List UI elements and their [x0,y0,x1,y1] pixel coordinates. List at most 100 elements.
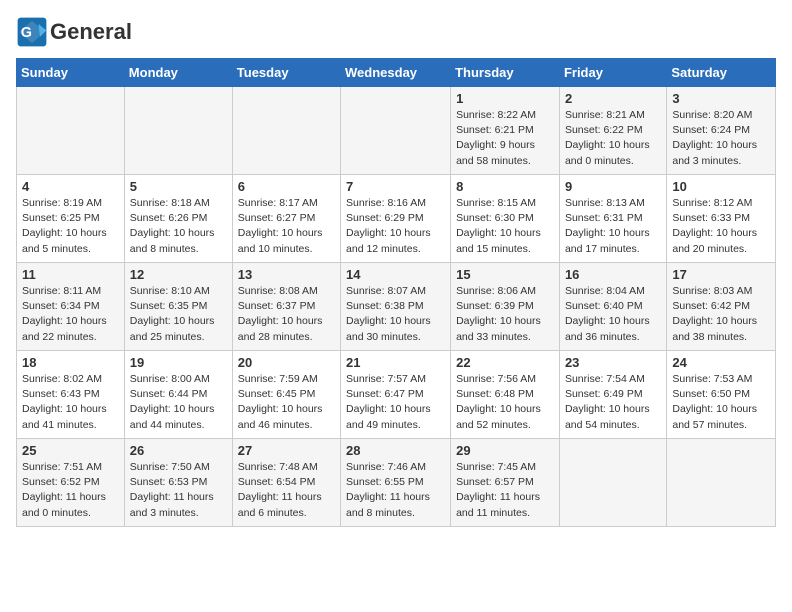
week-row-2: 4 Sunrise: 8:19 AM Sunset: 6:25 PM Daylig… [17,175,776,263]
day-cell-17: 17 Sunrise: 8:03 AM Sunset: 6:42 PM Dayli… [667,263,776,351]
svg-text:G: G [21,25,32,41]
header: G General [16,16,776,48]
day-info: Sunrise: 7:56 AM Sunset: 6:48 PM Dayligh… [456,372,554,433]
day-cell-19: 19 Sunrise: 8:00 AM Sunset: 6:44 PM Dayli… [124,351,232,439]
day-cell-25: 25 Sunrise: 7:51 AM Sunset: 6:52 PM Dayli… [17,439,125,527]
weekday-header-friday: Friday [559,59,666,87]
day-info: Sunrise: 8:04 AM Sunset: 6:40 PM Dayligh… [565,284,661,345]
day-number: 22 [456,355,554,370]
weekday-header-saturday: Saturday [667,59,776,87]
week-row-4: 18 Sunrise: 8:02 AM Sunset: 6:43 PM Dayli… [17,351,776,439]
day-info: Sunrise: 8:22 AM Sunset: 6:21 PM Dayligh… [456,108,554,169]
day-cell-10: 10 Sunrise: 8:12 AM Sunset: 6:33 PM Dayli… [667,175,776,263]
day-cell-20: 20 Sunrise: 7:59 AM Sunset: 6:45 PM Dayli… [232,351,340,439]
day-info: Sunrise: 8:08 AM Sunset: 6:37 PM Dayligh… [238,284,335,345]
day-info: Sunrise: 7:54 AM Sunset: 6:49 PM Dayligh… [565,372,661,433]
day-cell-empty [667,439,776,527]
weekday-header-wednesday: Wednesday [341,59,451,87]
day-number: 9 [565,179,661,194]
day-cell-15: 15 Sunrise: 8:06 AM Sunset: 6:39 PM Dayli… [451,263,560,351]
calendar-table: SundayMondayTuesdayWednesdayThursdayFrid… [16,58,776,527]
day-number: 19 [130,355,227,370]
day-cell-23: 23Sunrise: 7:54 AM Sunset: 6:49 PM Dayli… [559,351,666,439]
day-number: 17 [672,267,770,282]
day-cell-16: 16 Sunrise: 8:04 AM Sunset: 6:40 PM Dayli… [559,263,666,351]
day-number: 20 [238,355,335,370]
logo-text: General [50,21,132,43]
day-number: 8 [456,179,554,194]
day-cell-1: 1Sunrise: 8:22 AM Sunset: 6:21 PM Daylig… [451,87,560,175]
day-cell-empty [232,87,340,175]
day-cell-14: 14Sunrise: 8:07 AM Sunset: 6:38 PM Dayli… [341,263,451,351]
weekday-header-thursday: Thursday [451,59,560,87]
day-info: Sunrise: 7:46 AM Sunset: 6:55 PM Dayligh… [346,460,445,521]
day-info: Sunrise: 8:02 AM Sunset: 6:43 PM Dayligh… [22,372,119,433]
day-cell-empty [17,87,125,175]
day-info: Sunrise: 7:48 AM Sunset: 6:54 PM Dayligh… [238,460,335,521]
day-info: Sunrise: 8:15 AM Sunset: 6:30 PM Dayligh… [456,196,554,257]
day-cell-28: 28 Sunrise: 7:46 AM Sunset: 6:55 PM Dayli… [341,439,451,527]
day-info: Sunrise: 8:03 AM Sunset: 6:42 PM Dayligh… [672,284,770,345]
day-info: Sunrise: 7:57 AM Sunset: 6:47 PM Dayligh… [346,372,445,433]
day-number: 11 [22,267,119,282]
day-info: Sunrise: 7:51 AM Sunset: 6:52 PM Dayligh… [22,460,119,521]
day-number: 14 [346,267,445,282]
day-cell-3: 3Sunrise: 8:20 AM Sunset: 6:24 PM Daylig… [667,87,776,175]
day-info: Sunrise: 8:20 AM Sunset: 6:24 PM Dayligh… [672,108,770,169]
weekday-header-row: SundayMondayTuesdayWednesdayThursdayFrid… [17,59,776,87]
day-cell-11: 11 Sunrise: 8:11 AM Sunset: 6:34 PM Dayli… [17,263,125,351]
weekday-header-tuesday: Tuesday [232,59,340,87]
day-info: Sunrise: 7:45 AM Sunset: 6:57 PM Dayligh… [456,460,554,521]
day-info: Sunrise: 8:06 AM Sunset: 6:39 PM Dayligh… [456,284,554,345]
day-info: Sunrise: 7:50 AM Sunset: 6:53 PM Dayligh… [130,460,227,521]
day-number: 10 [672,179,770,194]
logo: G General [16,16,132,48]
day-cell-24: 24 Sunrise: 7:53 AM Sunset: 6:50 PM Dayli… [667,351,776,439]
day-cell-8: 8 Sunrise: 8:15 AM Sunset: 6:30 PM Daylig… [451,175,560,263]
weekday-header-monday: Monday [124,59,232,87]
day-cell-9: 9 Sunrise: 8:13 AM Sunset: 6:31 PM Daylig… [559,175,666,263]
day-number: 18 [22,355,119,370]
day-cell-22: 22 Sunrise: 7:56 AM Sunset: 6:48 PM Dayli… [451,351,560,439]
day-number: 15 [456,267,554,282]
day-number: 28 [346,443,445,458]
day-cell-empty [124,87,232,175]
day-number: 24 [672,355,770,370]
day-number: 26 [130,443,227,458]
day-cell-empty [341,87,451,175]
day-info: Sunrise: 7:53 AM Sunset: 6:50 PM Dayligh… [672,372,770,433]
day-info: Sunrise: 8:12 AM Sunset: 6:33 PM Dayligh… [672,196,770,257]
day-cell-7: 7 Sunrise: 8:16 AM Sunset: 6:29 PM Daylig… [341,175,451,263]
day-number: 4 [22,179,119,194]
day-info: Sunrise: 7:59 AM Sunset: 6:45 PM Dayligh… [238,372,335,433]
logo-icon: G [16,16,48,48]
day-info: Sunrise: 8:13 AM Sunset: 6:31 PM Dayligh… [565,196,661,257]
day-cell-12: 12Sunrise: 8:10 AM Sunset: 6:35 PM Dayli… [124,263,232,351]
day-cell-13: 13Sunrise: 8:08 AM Sunset: 6:37 PM Dayli… [232,263,340,351]
day-info: Sunrise: 8:16 AM Sunset: 6:29 PM Dayligh… [346,196,445,257]
week-row-1: 1Sunrise: 8:22 AM Sunset: 6:21 PM Daylig… [17,87,776,175]
day-info: Sunrise: 8:19 AM Sunset: 6:25 PM Dayligh… [22,196,119,257]
day-cell-21: 21 Sunrise: 7:57 AM Sunset: 6:47 PM Dayli… [341,351,451,439]
day-number: 7 [346,179,445,194]
day-cell-29: 29Sunrise: 7:45 AM Sunset: 6:57 PM Dayli… [451,439,560,527]
day-number: 2 [565,91,661,106]
day-cell-2: 2 Sunrise: 8:21 AM Sunset: 6:22 PM Daylig… [559,87,666,175]
day-info: Sunrise: 8:18 AM Sunset: 6:26 PM Dayligh… [130,196,227,257]
day-number: 16 [565,267,661,282]
day-cell-18: 18 Sunrise: 8:02 AM Sunset: 6:43 PM Dayli… [17,351,125,439]
week-row-5: 25 Sunrise: 7:51 AM Sunset: 6:52 PM Dayli… [17,439,776,527]
day-number: 25 [22,443,119,458]
day-number: 21 [346,355,445,370]
day-number: 5 [130,179,227,194]
day-number: 27 [238,443,335,458]
day-cell-4: 4 Sunrise: 8:19 AM Sunset: 6:25 PM Daylig… [17,175,125,263]
day-info: Sunrise: 8:11 AM Sunset: 6:34 PM Dayligh… [22,284,119,345]
day-info: Sunrise: 8:17 AM Sunset: 6:27 PM Dayligh… [238,196,335,257]
day-info: Sunrise: 8:00 AM Sunset: 6:44 PM Dayligh… [130,372,227,433]
day-cell-empty [559,439,666,527]
day-cell-6: 6Sunrise: 8:17 AM Sunset: 6:27 PM Daylig… [232,175,340,263]
day-cell-27: 27 Sunrise: 7:48 AM Sunset: 6:54 PM Dayli… [232,439,340,527]
day-cell-5: 5 Sunrise: 8:18 AM Sunset: 6:26 PM Daylig… [124,175,232,263]
day-info: Sunrise: 8:21 AM Sunset: 6:22 PM Dayligh… [565,108,661,169]
